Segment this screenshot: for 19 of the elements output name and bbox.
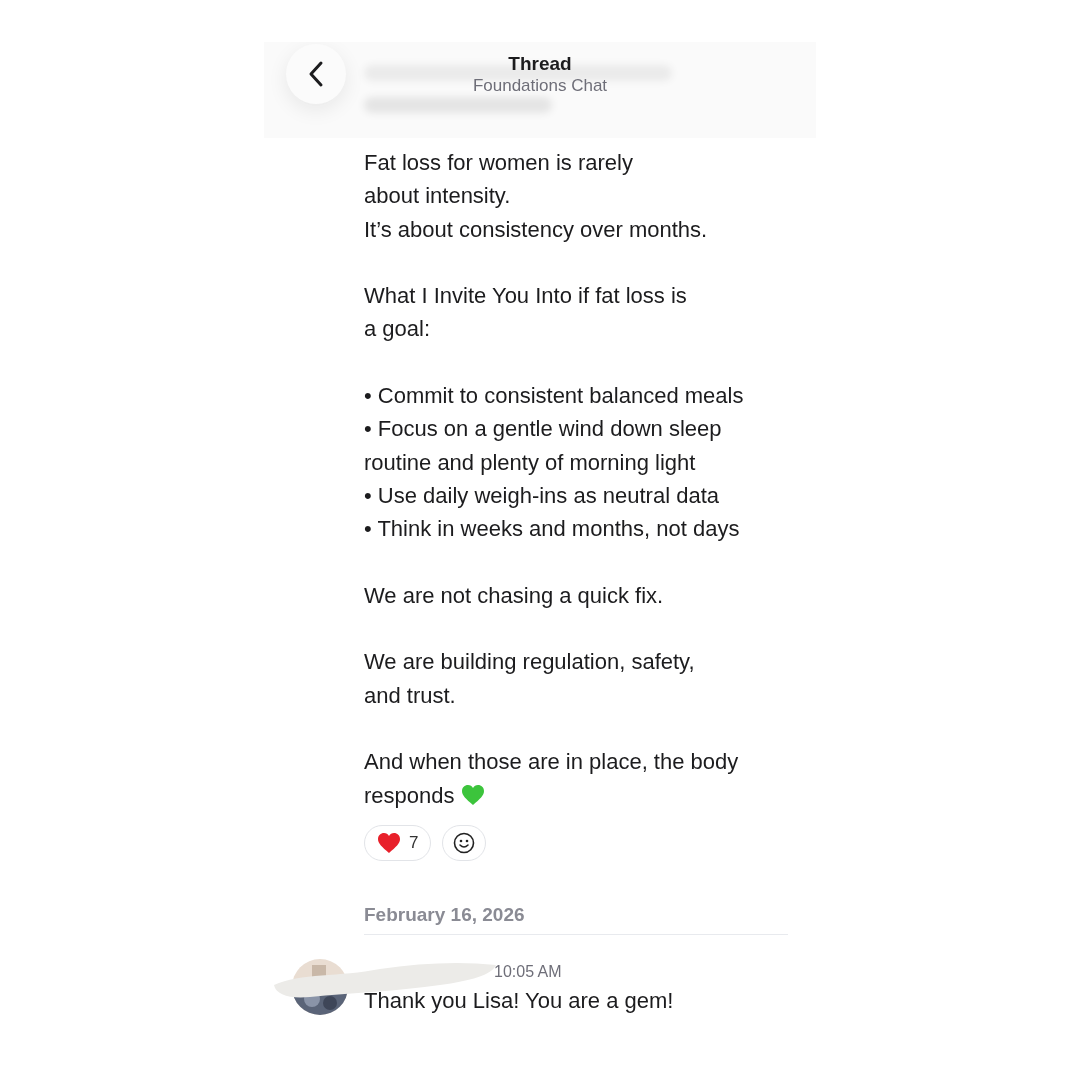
message-paragraph: Fat loss for women is rarely about intensity. It’s about consistency over months. — [364, 149, 709, 244]
message-paragraph: What I Invite You Into if fat loss is a goal: — [364, 282, 688, 344]
message-time: 10:05 AM — [494, 962, 563, 983]
message-text: Thank you Lisa! You are a gem! — [364, 987, 674, 1016]
date-divider: February 16, 2026 — [364, 903, 788, 936]
message-paragraph: We are building regulation, safety, and trust. — [364, 648, 696, 710]
bullet-item: • Use daily weigh-ins as neutral data — [364, 481, 720, 510]
smiley-icon — [453, 832, 476, 855]
bullet-item: • Commit to consistent balanced meals — [364, 382, 745, 411]
heart-icon — [377, 832, 401, 855]
back-icon — [308, 60, 324, 88]
message-paragraph: We are not chasing a quick fix. — [364, 581, 665, 610]
thread-title: Thread — [508, 52, 572, 75]
bullet-item: • Think in weeks and months, not days — [364, 515, 741, 544]
reaction-chip[interactable]: 7 — [364, 825, 432, 862]
bullet-item: • Focus on a gentle wind down sleep routine and plenty of morning light — [364, 415, 723, 477]
add-reaction-button[interactable] — [442, 825, 487, 862]
message-paragraph: And when those are in place, the body responds — [364, 748, 740, 810]
chat-name: Foundations Chat — [472, 75, 608, 96]
